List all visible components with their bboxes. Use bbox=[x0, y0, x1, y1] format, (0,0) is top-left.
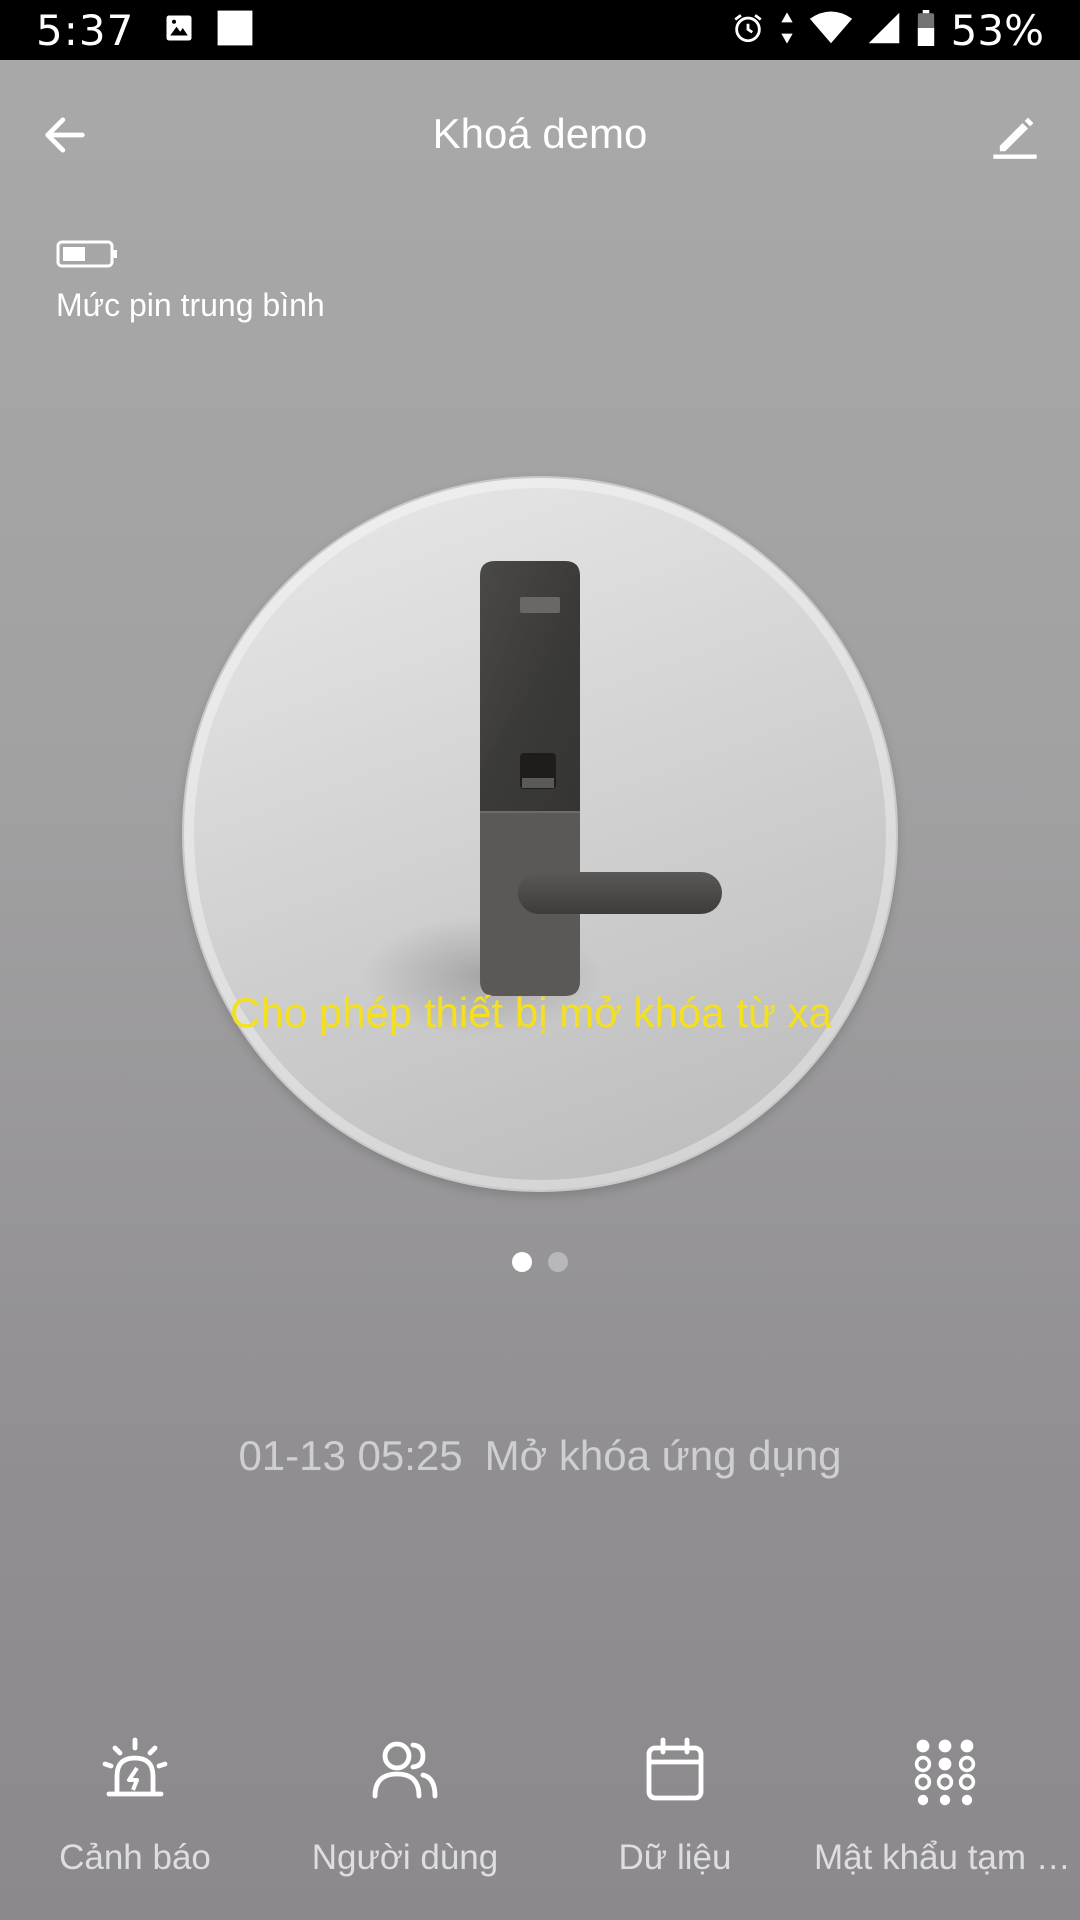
pager-dots bbox=[0, 1252, 1080, 1272]
nav-item-temp-password[interactable]: Mật khẩu tạm thời bbox=[810, 1730, 1080, 1920]
last-event[interactable]: 01-13 05:25 Mở khóa ứng dụng bbox=[0, 1432, 1080, 1480]
status-time: 5:37 bbox=[36, 5, 135, 55]
nav-label-alerts: Cảnh báo bbox=[59, 1838, 211, 1877]
nav-label-temp-password: Mật khẩu tạm thời bbox=[814, 1838, 1076, 1877]
data-arrows-icon bbox=[779, 11, 795, 50]
last-event-time: 01-13 05:25 bbox=[238, 1432, 463, 1479]
last-event-description: Mở khóa ứng dụng bbox=[484, 1432, 842, 1479]
square-icon bbox=[216, 9, 254, 52]
alarm-light-icon bbox=[102, 1737, 168, 1797]
status-bar: 5:37 53% bbox=[0, 0, 1080, 60]
status-notification-icons bbox=[164, 9, 254, 52]
battery-icon bbox=[915, 9, 937, 51]
edit-button[interactable] bbox=[980, 100, 1050, 170]
lock-panel[interactable]: Cho phép thiết bị mở khóa từ xa bbox=[182, 476, 898, 1192]
pager-dot-2[interactable] bbox=[548, 1252, 568, 1272]
battery-status: Mức pin trung bình bbox=[56, 240, 325, 324]
bottom-nav: Cảnh báo Người dùng Dữ liệu Mật khẩu tạm… bbox=[0, 1730, 1080, 1920]
battery-percent: 53% bbox=[950, 5, 1044, 55]
nav-item-users[interactable]: Người dùng bbox=[270, 1730, 540, 1920]
nav-item-alerts[interactable]: Cảnh báo bbox=[0, 1730, 270, 1920]
nav-item-data[interactable]: Dữ liệu bbox=[540, 1730, 810, 1920]
wifi-icon bbox=[809, 11, 853, 50]
pager-dot-1[interactable] bbox=[512, 1252, 532, 1272]
keypad-icon bbox=[914, 1739, 976, 1806]
pencil-icon bbox=[993, 117, 1037, 159]
image-icon bbox=[164, 13, 194, 48]
users-icon bbox=[372, 1741, 438, 1799]
door-lock-illustration bbox=[362, 561, 722, 1036]
nav-label-data: Dữ liệu bbox=[618, 1838, 732, 1877]
app-header: Khoá demo bbox=[0, 60, 1080, 210]
battery-label: Mức pin trung bình bbox=[56, 287, 325, 323]
remote-unlock-message: Cho phép thiết bị mở khóa từ xa bbox=[230, 989, 832, 1036]
battery-medium-icon bbox=[56, 240, 117, 268]
status-system-icons: 53% bbox=[731, 6, 1044, 55]
signal-icon bbox=[867, 11, 901, 50]
page-title: Khoá demo bbox=[432, 110, 648, 157]
nav-label-users: Người dùng bbox=[311, 1838, 499, 1877]
calendar-icon bbox=[646, 1737, 704, 1801]
alarm-icon bbox=[731, 11, 765, 50]
